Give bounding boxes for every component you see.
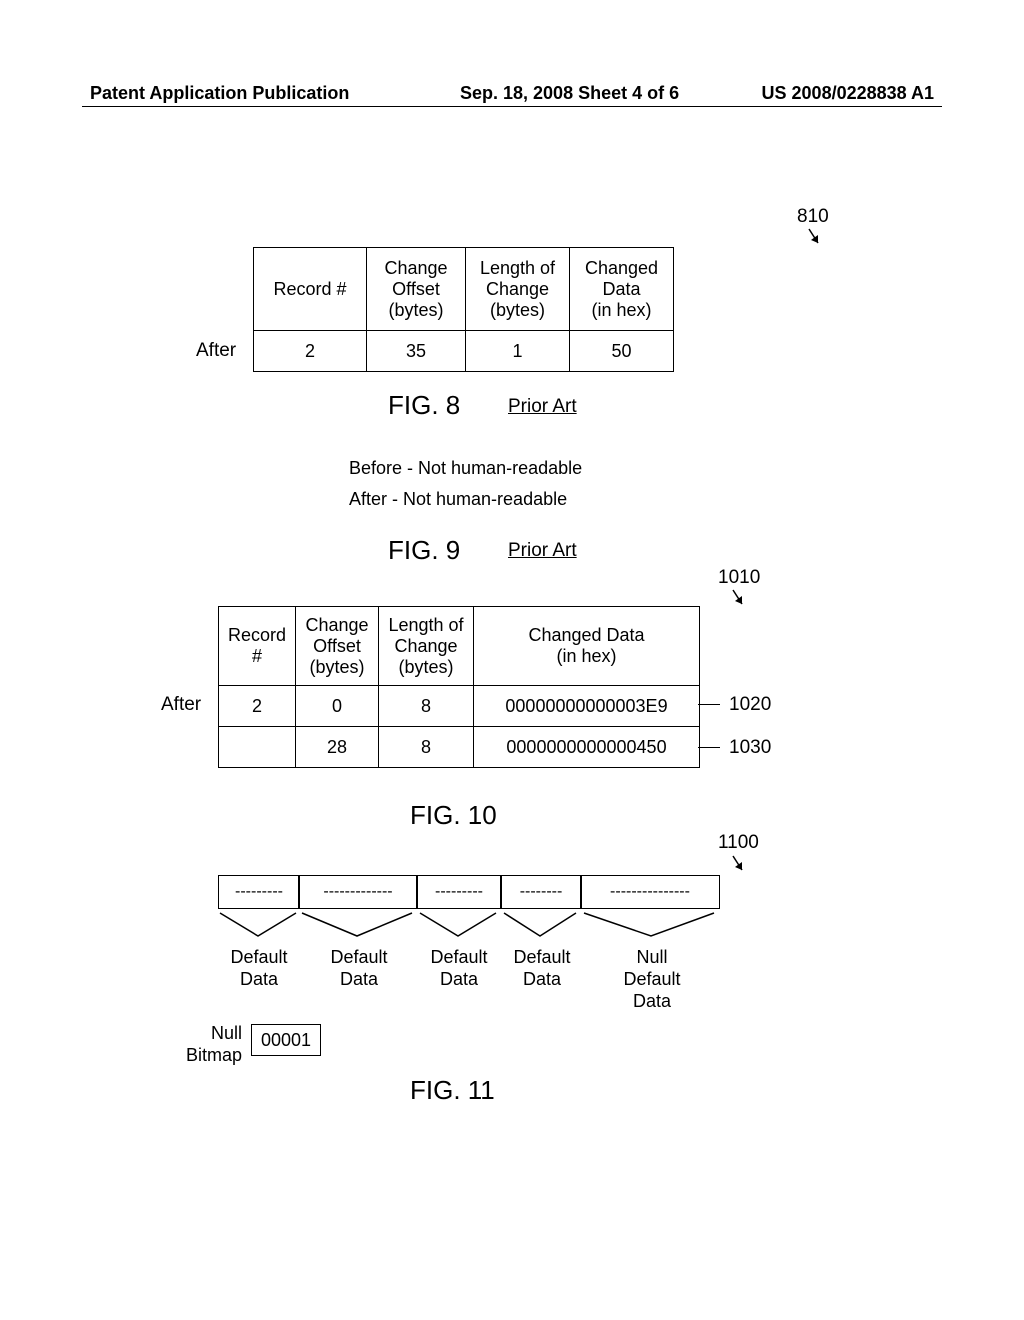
fig10-row-reference: 1020 bbox=[729, 694, 771, 716]
fig10-reference-number: 1010 bbox=[718, 567, 760, 589]
null-bitmap-box: 00001 bbox=[251, 1024, 321, 1056]
table-cell: 50 bbox=[570, 331, 674, 372]
fig9-before-text: Before - Not human-readable bbox=[349, 458, 582, 479]
table-header: Length of Change (bytes) bbox=[466, 248, 570, 331]
null-bitmap-label: Null Bitmap bbox=[178, 1022, 242, 1066]
record-field-box: --------- bbox=[218, 875, 300, 909]
fig10-caption: FIG. 10 bbox=[410, 800, 497, 831]
fig10-table: Record # Change Offset (bytes) Length of… bbox=[218, 606, 700, 768]
record-field-box: --------------- bbox=[580, 875, 720, 909]
table-cell: 1 bbox=[466, 331, 570, 372]
header: Patent Application Publication Sep. 18, … bbox=[90, 83, 934, 104]
leader-line bbox=[698, 747, 720, 748]
record-field-box: --------- bbox=[416, 875, 502, 909]
dashes: ------------- bbox=[323, 883, 392, 901]
fig8-table: Record # Change Offset (bytes) Length of… bbox=[253, 247, 674, 372]
field-label: Default Data bbox=[327, 946, 391, 990]
field-label: Default Data bbox=[227, 946, 291, 990]
table-cell: 2 bbox=[254, 331, 367, 372]
dashes: --------- bbox=[435, 883, 483, 901]
fig8-reference-number: 810 bbox=[797, 206, 829, 228]
dashes: --------- bbox=[235, 883, 283, 901]
fig9-after-text: After - Not human-readable bbox=[349, 489, 567, 510]
record-field-box: ------------- bbox=[298, 875, 418, 909]
table-cell: 8 bbox=[379, 686, 474, 727]
arrow-icon bbox=[730, 587, 750, 607]
table-header: Record # bbox=[219, 607, 296, 686]
fig11-caption: FIG. 11 bbox=[410, 1075, 495, 1106]
table-cell: 35 bbox=[367, 331, 466, 372]
arrow-icon bbox=[806, 226, 826, 246]
record-field-box: -------- bbox=[500, 875, 582, 909]
header-rule bbox=[82, 106, 942, 107]
dashes: --------------- bbox=[610, 883, 690, 901]
header-center: Sep. 18, 2008 Sheet 4 of 6 bbox=[460, 83, 679, 104]
fig9-caption: FIG. 9 bbox=[388, 535, 460, 566]
fig8-prior-art: Prior Art bbox=[508, 396, 577, 418]
table-cell: 2 bbox=[219, 686, 296, 727]
arrow-icon bbox=[730, 853, 750, 873]
table-header: Change Offset (bytes) bbox=[296, 607, 379, 686]
fig11-reference-number: 1100 bbox=[718, 832, 759, 854]
header-right: US 2008/0228838 A1 bbox=[762, 83, 934, 104]
leader-line bbox=[698, 704, 720, 705]
table-header: Changed Data (in hex) bbox=[570, 248, 674, 331]
fig8-after-label: After bbox=[196, 340, 236, 362]
table-cell: 0 bbox=[296, 686, 379, 727]
table-header: Change Offset (bytes) bbox=[367, 248, 466, 331]
null-bitmap-value: 00001 bbox=[261, 1030, 311, 1051]
dashes: -------- bbox=[520, 883, 563, 901]
fig9-prior-art: Prior Art bbox=[508, 540, 577, 562]
table-cell: 28 bbox=[296, 727, 379, 768]
table-cell bbox=[219, 727, 296, 768]
fig10-after-label: After bbox=[161, 694, 201, 716]
table-header: Length of Change (bytes) bbox=[379, 607, 474, 686]
field-label: Null Default Data bbox=[620, 946, 684, 1012]
field-label: Default Data bbox=[427, 946, 491, 990]
table-cell: 8 bbox=[379, 727, 474, 768]
header-left: Patent Application Publication bbox=[90, 83, 349, 104]
table-cell: 00000000000003E9 bbox=[474, 686, 700, 727]
fig8-caption: FIG. 8 bbox=[388, 390, 460, 421]
table-cell: 0000000000000450 bbox=[474, 727, 700, 768]
table-header: Changed Data (in hex) bbox=[474, 607, 700, 686]
fig10-row-reference: 1030 bbox=[729, 737, 771, 759]
field-label: Default Data bbox=[510, 946, 574, 990]
table-header: Record # bbox=[254, 248, 367, 331]
